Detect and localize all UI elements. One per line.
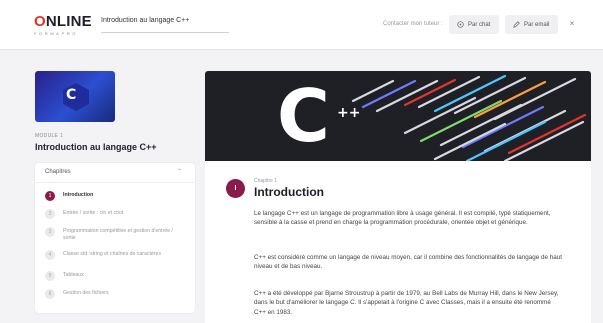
chapters-header[interactable]: Chapitres xyxy=(45,169,71,175)
chapter-label: Programmation compétitive et gestion d'e… xyxy=(63,228,173,241)
chapter-item-6[interactable]: 6 Gestion des fichiers xyxy=(45,289,173,299)
chapter-item-3[interactable]: 3 Programmation compétitive et gestion d… xyxy=(45,227,173,241)
email-button[interactable]: Par email xyxy=(505,15,558,34)
paragraph: C++ a été développé par Bjarne Stroustru… xyxy=(254,290,559,316)
chapter-number: 3 xyxy=(45,227,55,237)
chapter-item-1[interactable]: 1 Introduction xyxy=(45,191,173,201)
logo-subtitle: FORMAPRO xyxy=(34,31,78,36)
cpp-hero-glyph: C xyxy=(277,74,330,158)
close-icon[interactable]: × xyxy=(566,18,578,30)
chapters-panel: Chapitres ⌃ 1 Introduction 2 Entrée / so… xyxy=(35,163,195,313)
logo[interactable]: ONLINE FORMAPRO xyxy=(34,14,92,38)
chapter-number: 6 xyxy=(45,289,55,299)
chapter-item-2[interactable]: 2 Entrée / sortie : cin et cout xyxy=(45,209,173,219)
contact-tutor-label: Contacter mon tuteur : xyxy=(383,21,443,27)
course-title-field: Introduction au langage C++ xyxy=(101,17,229,33)
top-bar: ONLINE FORMAPRO Introduction au langage … xyxy=(0,0,603,50)
chapter-label: Tableaux xyxy=(63,272,84,278)
chapter-label: Entrée / sortie : cin et cout xyxy=(63,210,124,216)
chapter-item-5[interactable]: 5 Tableaux xyxy=(45,271,173,281)
chapter-label: Introduction xyxy=(63,192,94,198)
cpp-logo-glyph: C xyxy=(66,87,77,103)
module-title: Introduction au langage C++ xyxy=(35,142,157,152)
chat-icon xyxy=(457,21,464,28)
module-label: MODULE 1 xyxy=(35,133,63,139)
chapter-number: 2 xyxy=(45,209,55,219)
chapter-number: 5 xyxy=(45,271,55,281)
pencil-icon xyxy=(513,21,520,28)
chapter-item-4[interactable]: 4 Classe std::string et chaînes de carac… xyxy=(45,250,173,260)
divider xyxy=(35,182,195,183)
paragraph: C++ est considéré comme un langage de ni… xyxy=(254,254,563,271)
module-thumbnail: C xyxy=(35,71,115,122)
chapter-number: 4 xyxy=(45,250,55,260)
chapter-kicker: Chapitre 1 xyxy=(254,178,278,184)
logo-wordmark: ONLINE xyxy=(34,13,92,30)
paragraph: Le langage C++ est un langage de program… xyxy=(254,210,551,227)
chapter-number-badge: I xyxy=(226,179,245,198)
chevron-up-icon[interactable]: ⌃ xyxy=(177,168,182,175)
chapter-label: Classe std::string et chaînes de caractè… xyxy=(63,251,162,257)
chapter-label: Gestion des fichiers xyxy=(63,290,109,296)
cpp-plus-glyph: ++ xyxy=(337,105,361,121)
chapter-title: Introduction xyxy=(254,185,324,199)
chat-button[interactable]: Par chat xyxy=(449,15,499,34)
chapter-hero-banner: C ++ xyxy=(205,71,591,161)
code-stripes-illustration xyxy=(351,74,587,161)
chapter-content: I Chapitre 1 Introduction Le langage C++… xyxy=(205,161,591,323)
chapter-number: 1 xyxy=(45,191,55,201)
